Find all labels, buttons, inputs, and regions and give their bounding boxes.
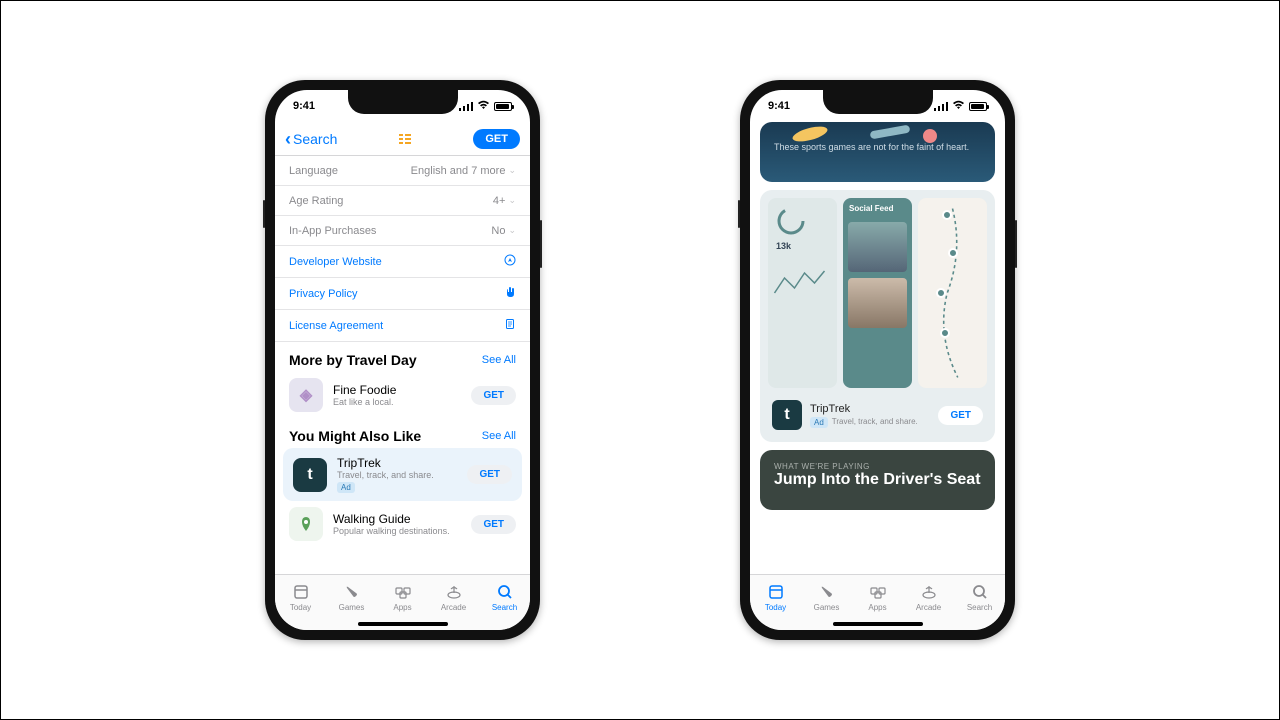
promo-card-triptrek[interactable]: 13k Social Feed bbox=[760, 190, 995, 442]
info-row-iap[interactable]: In-App Purchases No⌄ bbox=[275, 216, 530, 246]
app-row-fine-foodie[interactable]: ◈ Fine Foodie Eat like a local. GET bbox=[275, 372, 530, 418]
promo-screen-stats: 13k bbox=[768, 198, 837, 388]
battery-icon bbox=[969, 102, 987, 111]
app-row-walking-guide[interactable]: Walking Guide Popular walking destinatio… bbox=[275, 501, 530, 547]
compass-icon bbox=[504, 254, 516, 269]
back-button[interactable]: ‹ Search bbox=[285, 130, 337, 148]
promo-screenshots: 13k Social Feed bbox=[768, 198, 987, 388]
decorative-sports-art bbox=[780, 124, 960, 154]
signal-icon bbox=[459, 102, 473, 111]
info-row-age-rating[interactable]: Age Rating 4+⌄ bbox=[275, 186, 530, 216]
info-row-language[interactable]: Language English and 7 more⌄ bbox=[275, 156, 530, 186]
story-card-drivers-seat[interactable]: WHAT WE'RE PLAYING Jump Into the Driver'… bbox=[760, 450, 995, 510]
app-icon: t bbox=[772, 400, 802, 430]
wifi-icon bbox=[952, 100, 965, 113]
app-icon: ◈ bbox=[289, 378, 323, 412]
tab-arcade[interactable]: Arcade bbox=[428, 575, 479, 620]
tab-today[interactable]: Today bbox=[750, 575, 801, 620]
home-indicator[interactable] bbox=[358, 622, 448, 626]
chevron-down-icon: ⌄ bbox=[508, 195, 516, 206]
ad-badge: Ad bbox=[337, 482, 355, 493]
get-button[interactable]: GET bbox=[938, 406, 983, 425]
back-label: Search bbox=[293, 131, 337, 147]
phone-right: 9:41 These sports games are not for the … bbox=[740, 80, 1015, 640]
today-feed[interactable]: These sports games are not for the faint… bbox=[750, 122, 1005, 574]
link-row-license-agreement[interactable]: License Agreement bbox=[275, 310, 530, 342]
see-all-link[interactable]: See All bbox=[482, 354, 516, 366]
nav-center-icon bbox=[337, 131, 473, 147]
signal-icon bbox=[934, 102, 948, 111]
tab-apps[interactable]: Apps bbox=[377, 575, 428, 620]
tab-apps[interactable]: Apps bbox=[852, 575, 903, 620]
hand-icon bbox=[504, 286, 516, 301]
link-row-developer-website[interactable]: Developer Website bbox=[275, 246, 530, 278]
status-time: 9:41 bbox=[768, 100, 790, 112]
get-button-nav[interactable]: GET bbox=[473, 129, 520, 149]
get-button[interactable]: GET bbox=[471, 386, 516, 405]
promo-screen-map bbox=[918, 198, 987, 388]
app-row-triptrek[interactable]: t TripTrek Travel, track, and share. Ad … bbox=[283, 448, 522, 501]
get-button[interactable]: GET bbox=[471, 515, 516, 534]
link-row-privacy-policy[interactable]: Privacy Policy bbox=[275, 278, 530, 310]
wifi-icon bbox=[477, 100, 490, 113]
chevron-left-icon: ‹ bbox=[285, 130, 291, 148]
tab-games[interactable]: Games bbox=[801, 575, 852, 620]
ad-badge: Ad bbox=[810, 417, 828, 428]
tab-search[interactable]: Search bbox=[479, 575, 530, 620]
tab-today[interactable]: Today bbox=[275, 575, 326, 620]
chevron-down-icon: ⌄ bbox=[508, 225, 516, 236]
tab-games[interactable]: Games bbox=[326, 575, 377, 620]
see-all-link[interactable]: See All bbox=[482, 430, 516, 442]
get-button[interactable]: GET bbox=[467, 465, 512, 484]
nav-bar: ‹ Search GET bbox=[275, 122, 530, 156]
tab-search[interactable]: Search bbox=[954, 575, 1005, 620]
status-time: 9:41 bbox=[293, 100, 315, 112]
section-also-like: You Might Also Like See All bbox=[275, 418, 530, 448]
document-icon bbox=[504, 318, 516, 333]
content-area: Language English and 7 more⌄ Age Rating … bbox=[275, 156, 530, 574]
home-indicator[interactable] bbox=[833, 622, 923, 626]
notch bbox=[823, 90, 933, 114]
phone-left: 9:41 ‹ Search GET Language English bbox=[265, 80, 540, 640]
app-icon: t bbox=[293, 458, 327, 492]
battery-icon bbox=[494, 102, 512, 111]
story-card-sports[interactable]: These sports games are not for the faint… bbox=[760, 122, 995, 182]
promo-screen-social-feed: Social Feed bbox=[843, 198, 912, 388]
tab-arcade[interactable]: Arcade bbox=[903, 575, 954, 620]
app-icon bbox=[289, 507, 323, 541]
notch bbox=[348, 90, 458, 114]
chevron-down-icon: ⌄ bbox=[508, 165, 516, 176]
section-more-by: More by Travel Day See All bbox=[275, 342, 530, 372]
